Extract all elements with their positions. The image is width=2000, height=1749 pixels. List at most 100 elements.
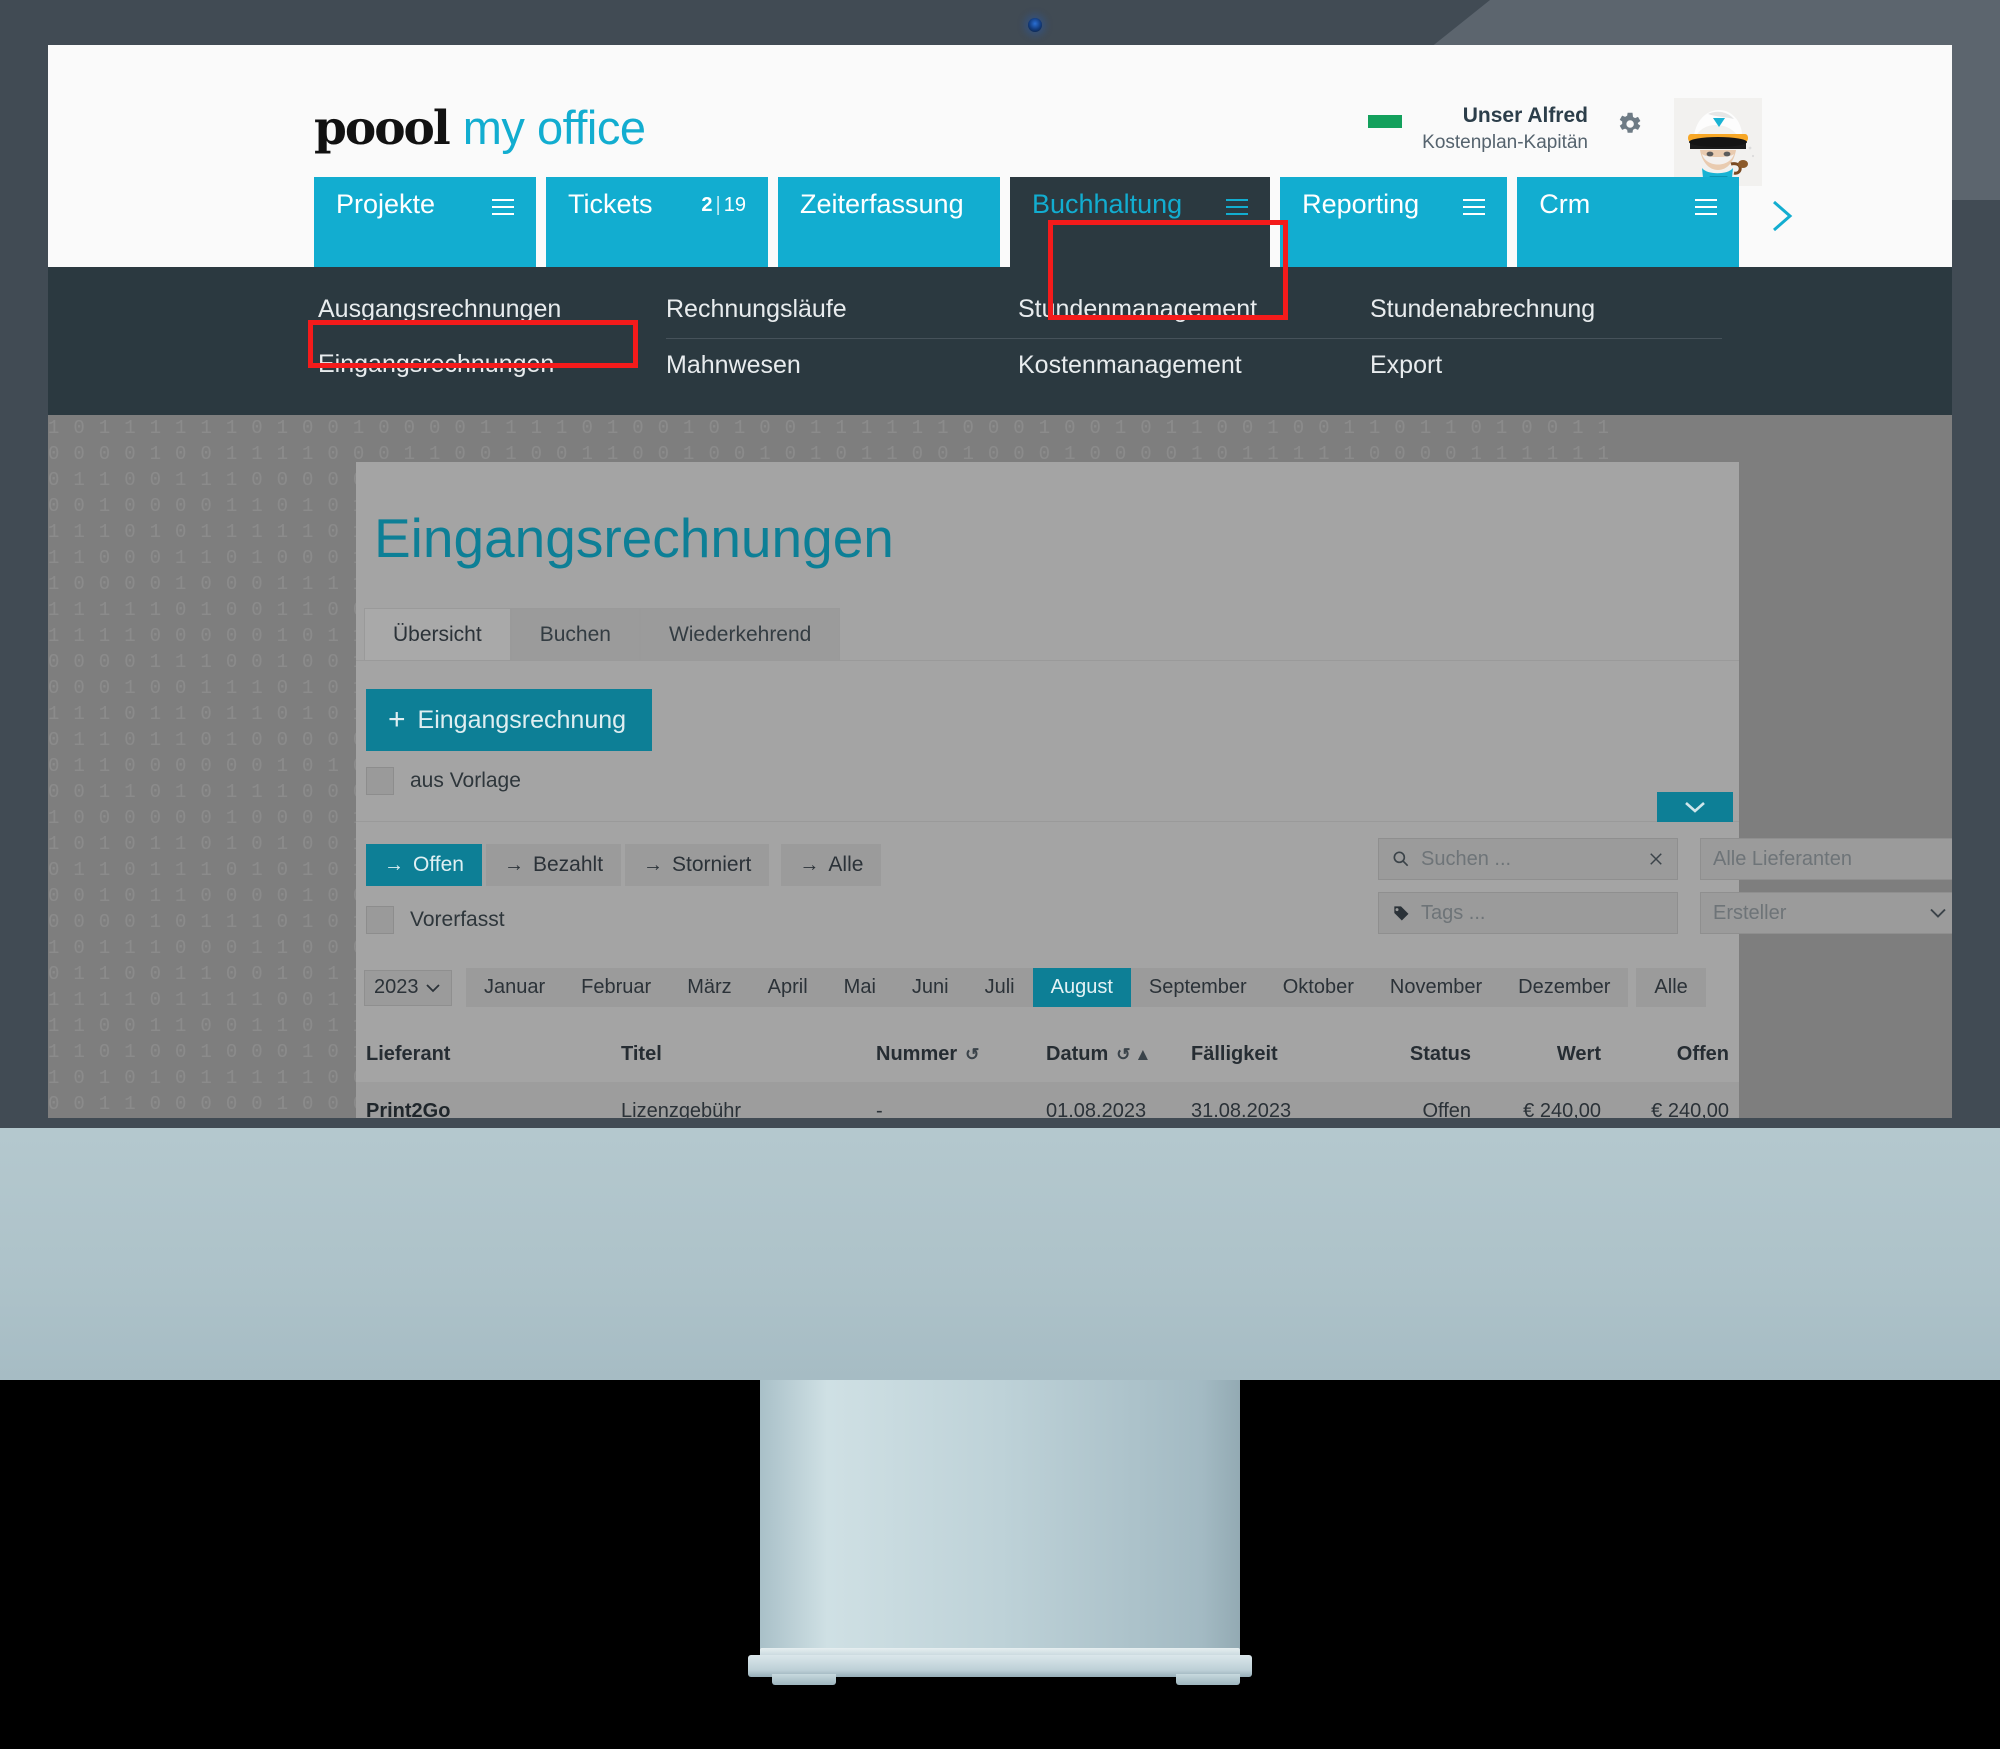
user-box[interactable]: Unser Alfred Kostenplan-Kapitän [1368,103,1644,158]
submenu-item-stundenabrechnung[interactable]: Stundenabrechnung [1370,283,1722,339]
month-august[interactable]: August [1032,968,1131,1007]
monitor-stand-neck [760,1380,1240,1650]
cell-status: Offen [1341,1082,1481,1118]
app-logo[interactable]: poool my office [314,100,646,156]
filter-pill-alle[interactable]: → Alle [781,844,882,886]
search-input[interactable]: Suchen ... [1378,838,1678,880]
aus-vorlage-checkbox[interactable] [366,767,394,795]
monitor-chin [0,1128,2000,1380]
month-februar[interactable]: Februar [563,968,670,1007]
month-alle[interactable]: Alle [1636,968,1706,1007]
tab-uebersicht[interactable]: Übersicht [364,608,511,660]
column-header-offen[interactable]: Offen [1611,1029,1739,1082]
cell-faelligkeit: 31.08.2023 [1181,1082,1341,1118]
page-tabs: Übersicht Buchen Wiederkehrend [356,608,1739,661]
column-header-lieferant[interactable]: Lieferant [356,1029,611,1082]
submenu-item-rechnungslaeufe[interactable]: Rechnungsläufe [666,283,1018,339]
supplier-select-value: Alle Lieferanten [1713,847,1852,870]
submenu-item-ausgangsrechnungen[interactable]: Ausgangsrechnungen [314,283,666,338]
filter-pill-label: Alle [828,853,864,876]
submenu-item-mahnwesen[interactable]: Mahnwesen [666,339,1018,394]
submenu-column: Ausgangsrechnungen Eingangsrechnungen [314,267,666,415]
column-header-status[interactable]: Status [1341,1029,1481,1082]
column-header-faelligkeit[interactable]: Fälligkeit [1181,1029,1341,1082]
column-header-nummer[interactable]: Nummer ↺ [866,1029,1036,1082]
right-filters: Suchen ... Alle Lieferanten Tags ... Ers… [1378,838,1952,934]
month-oktober[interactable]: Oktober [1264,968,1372,1007]
filter-pill-bezahlt[interactable]: → Bezahlt [485,844,622,886]
status-indicator [1368,115,1403,128]
month-dezember[interactable]: Dezember [1500,968,1629,1007]
column-header-titel[interactable]: Titel [611,1029,866,1082]
nav-tab-crm[interactable]: Crm [1517,177,1740,267]
arrow-right-icon: → [384,853,404,876]
chevron-down-icon [1927,906,1949,920]
reset-sort-icon[interactable]: ↺ [1116,1045,1130,1065]
reset-sort-icon[interactable]: ↺ [965,1045,979,1065]
cell-offen: € 240,00 [1611,1082,1739,1118]
tab-buchen[interactable]: Buchen [510,608,640,660]
nav-tab-label: Crm [1539,189,1591,219]
tags-input[interactable]: Tags ... [1378,892,1678,934]
column-header-datum[interactable]: Datum ↺ ▲ [1036,1029,1181,1082]
hamburger-icon[interactable] [1463,194,1486,220]
expand-filters-button[interactable] [1657,792,1733,822]
submenu-item-export[interactable]: Export [1370,339,1722,394]
month-september[interactable]: September [1130,968,1265,1007]
month-maerz[interactable]: März [669,968,750,1007]
sort-ascending-icon[interactable]: ▲ [1134,1045,1151,1065]
submenu-item-kostenmanagement[interactable]: Kostenmanagement [1018,339,1370,394]
hamburger-icon[interactable] [1226,194,1249,220]
add-eingangsrechnung-button[interactable]: + Eingangsrechnung [366,689,653,751]
logo-subtitle: my office [462,101,646,154]
vorerfasst-checkbox[interactable] [366,906,394,934]
submenu-column: Rechnungsläufe Mahnwesen [666,267,1018,415]
year-select[interactable]: 2023 [364,969,452,1006]
month-filter-row: 2023 Januar Februar März April Mai Juni [356,968,1739,1007]
supplier-select[interactable]: Alle Lieferanten [1700,838,1952,880]
submenu-item-eingangsrechnungen[interactable]: Eingangsrechnungen [314,338,666,393]
nav-tab-label: Tickets [568,189,653,219]
month-april[interactable]: April [749,968,826,1007]
column-header-wert[interactable]: Wert [1481,1029,1611,1082]
search-placeholder: Suchen ... [1421,847,1512,870]
nav-tab-buchhaltung[interactable]: Buchhaltung [1010,177,1271,267]
submenu-item-stundenmanagement[interactable]: Stundenmanagement [1018,283,1370,339]
filter-pill-offen[interactable]: → Offen [366,844,482,886]
avatar[interactable] [1674,98,1762,186]
month-november[interactable]: November [1371,968,1501,1007]
table-header-row: Lieferant Titel Nummer ↺ Datum ↺ ▲ Fälligke… [356,1029,1739,1082]
tab-wiederkehrend[interactable]: Wiederkehrend [639,608,841,660]
tag-icon [1391,903,1411,923]
month-juni[interactable]: Juni [893,968,967,1007]
nav-tab-reporting[interactable]: Reporting [1280,177,1508,267]
filter-pill-label: Storniert [672,853,752,876]
filter-pill-storniert[interactable]: → Storniert [625,844,770,886]
chevron-right-icon[interactable] [1763,177,1799,267]
nav-tab-projekte[interactable]: Projekte [314,177,536,267]
table-row[interactable]: Print2Go Lizenzgebühr - 01.08.2023 31.08… [356,1082,1739,1118]
creator-select[interactable]: Ersteller [1700,892,1952,934]
vorerfasst-row[interactable]: Vorerfasst [366,906,885,934]
cell-nummer: - [866,1082,1036,1118]
arrow-right-icon: → [503,853,524,876]
submenu-column: Stundenmanagement Kostenmanagement [1018,267,1370,415]
hamburger-icon[interactable] [492,194,514,220]
month-januar[interactable]: Januar [466,968,564,1007]
nav-tab-tickets[interactable]: Tickets 2 | 19 [546,177,768,267]
submenu-bar: Ausgangsrechnungen Eingangsrechnungen Re… [48,267,1952,415]
close-icon[interactable] [1647,850,1665,868]
user-role: Kostenplan-Kapitän [1422,132,1588,154]
gear-icon[interactable] [1614,109,1644,139]
filter-bar: → Offen → Bezahlt → Storniert → Alle Vor… [356,792,1952,1007]
monitor-foot-left [772,1674,836,1685]
hamburger-icon[interactable] [1695,194,1718,220]
content-card: Eingangsrechnungen Übersicht Buchen Wied… [356,462,1952,1118]
page-body: 1011111101001000011110100101001111110001… [48,415,1952,1118]
status-filter-pills: → Offen → Bezahlt → Storniert → Alle [366,844,885,886]
aus-vorlage-row[interactable]: aus Vorlage [366,767,1739,795]
month-mai[interactable]: Mai [825,968,894,1007]
nav-tab-zeiterfassung[interactable]: Zeiterfassung [778,177,1000,267]
month-juli[interactable]: Juli [966,968,1033,1007]
app-screen: poool my office Unser Alfred Kostenplan-K… [48,45,1952,1118]
